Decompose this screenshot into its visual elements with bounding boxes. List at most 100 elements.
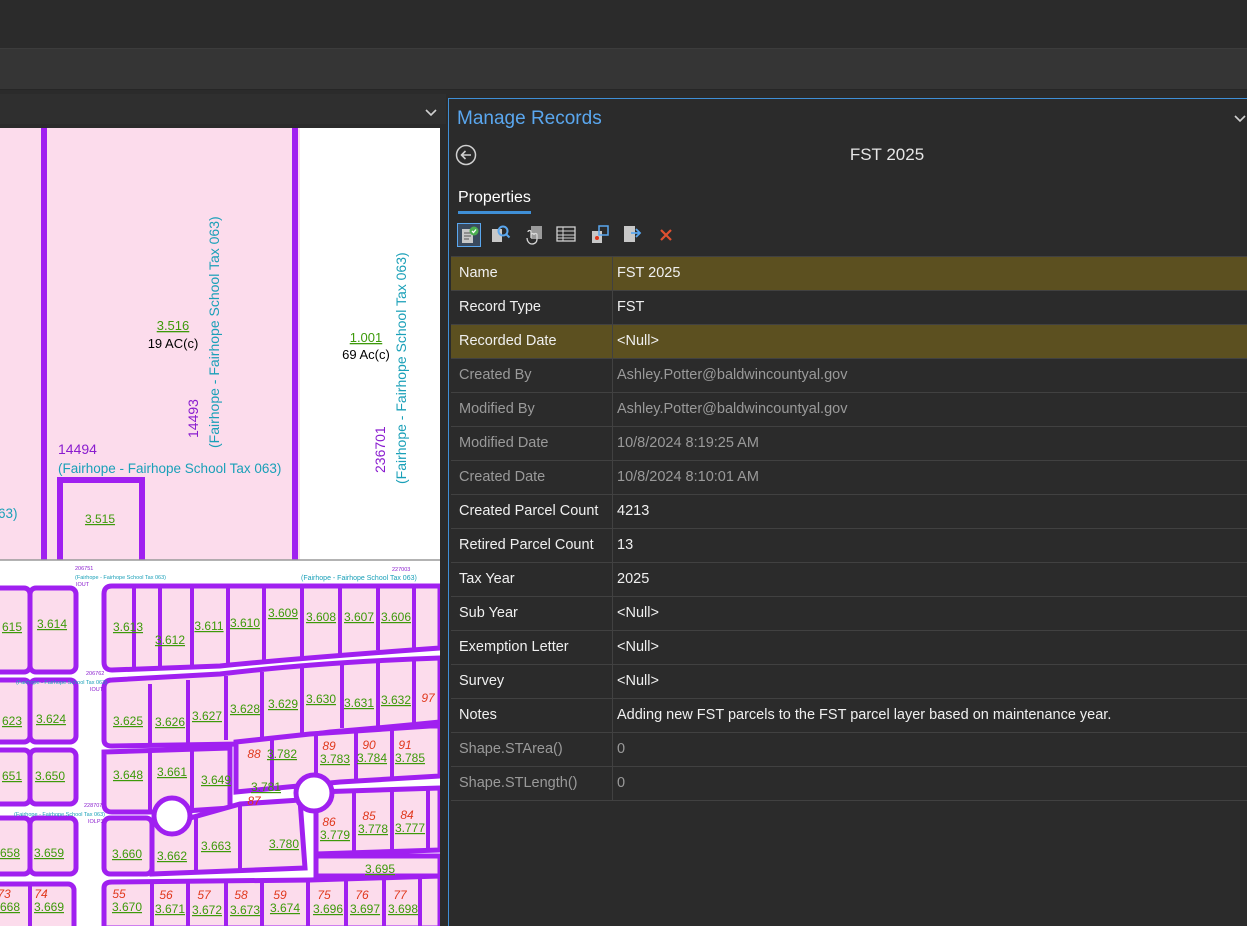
- lot-number: 55: [112, 887, 126, 901]
- property-value[interactable]: 4213: [617, 495, 1247, 528]
- lot-label: 3.779: [320, 828, 350, 842]
- property-row[interactable]: Record Type FST: [451, 291, 1247, 325]
- property-value: Ashley.Potter@baldwincountyal.gov: [617, 367, 848, 383]
- lot-label: 668: [0, 900, 20, 914]
- lot-label: 615: [2, 620, 22, 634]
- pin-label: 14494: [58, 441, 97, 457]
- property-row[interactable]: Exemption Letter <Null>: [451, 631, 1247, 665]
- lot-number: 56: [159, 888, 173, 902]
- tax-district-label: (Fairhope - Fairhope School Tax 063): [14, 812, 105, 818]
- lot-number: 75: [317, 888, 331, 902]
- tax-district-label: (Fairhope - Fairhope School Tax 063): [16, 680, 107, 686]
- property-row[interactable]: Created Date 10/8/2024 8:10:01 AM: [451, 461, 1247, 495]
- lot-label: 3.630: [306, 692, 336, 706]
- property-row[interactable]: Shape.STLength() 0: [451, 767, 1247, 801]
- lot-label: 3.697: [350, 902, 380, 916]
- find-parcels-icon[interactable]: [489, 223, 513, 247]
- property-label: Created Date: [459, 461, 613, 494]
- property-value[interactable]: 2025: [617, 563, 1247, 596]
- ribbon-bar: [0, 49, 1247, 90]
- property-label: Shape.STLength(): [459, 767, 613, 800]
- property-value: 0: [617, 741, 626, 757]
- pin-label: 227003: [392, 567, 410, 573]
- property-row[interactable]: Notes Adding new FST parcels to the FST p…: [451, 699, 1247, 733]
- cul-de-sac: [151, 795, 193, 837]
- pin-label: 236701: [372, 426, 388, 473]
- lot-label: 3.780: [269, 837, 299, 851]
- lot-label: 3.672: [192, 903, 222, 917]
- property-value[interactable]: <Null>: [617, 597, 1247, 630]
- property-label: Modified Date: [459, 427, 613, 460]
- select-parcels-icon[interactable]: [523, 223, 547, 247]
- property-row[interactable]: Tax Year 2025: [451, 563, 1247, 597]
- property-value[interactable]: <Null>: [617, 665, 1247, 698]
- lot-number: 86: [322, 815, 336, 829]
- map-tab-strip: [0, 94, 446, 124]
- manage-records-pane: Manage Records FST 2025 Properties Name F…: [448, 98, 1247, 926]
- property-row[interactable]: Name FST 2025: [451, 257, 1247, 291]
- property-value: 0: [617, 775, 626, 791]
- property-label: Record Type: [459, 291, 613, 324]
- tax-district-label: (Fairhope - Fairhope School Tax 063): [75, 575, 166, 581]
- lot-label: 3.671: [155, 902, 185, 916]
- property-value[interactable]: FST: [617, 291, 1247, 324]
- property-label: Name: [459, 257, 613, 290]
- lot-number: 59: [273, 888, 287, 902]
- lot-label: 3.628: [230, 702, 260, 716]
- property-value[interactable]: <Null>: [617, 325, 1247, 358]
- record-export-icon[interactable]: [621, 223, 645, 247]
- app-title-bar: [0, 0, 1247, 49]
- property-row[interactable]: Retired Parcel Count 13: [451, 529, 1247, 563]
- property-label: Created Parcel Count: [459, 495, 613, 528]
- tax-district-label: (Fairhope - Fairhope School Tax 063): [301, 575, 417, 582]
- lot-number: 74: [34, 887, 48, 901]
- property-label: Notes: [459, 699, 613, 732]
- chevron-down-icon[interactable]: [1233, 112, 1247, 126]
- property-row[interactable]: Modified By Ashley.Potter@baldwincountyal…: [451, 393, 1247, 427]
- property-row[interactable]: Created Parcel Count 4213: [451, 495, 1247, 529]
- lot-label: 3.783: [320, 752, 350, 766]
- parcel-map[interactable]: 3.516 19 AC(c) 1.001 69 Ac(c) 3.515 1449…: [0, 128, 440, 926]
- property-row[interactable]: Recorded Date <Null>: [451, 325, 1247, 359]
- lot-number: 87: [247, 794, 262, 808]
- property-label: Recorded Date: [459, 325, 613, 358]
- lot-label: 3.659: [34, 846, 64, 860]
- lot-label: 3.670: [112, 900, 142, 914]
- chevron-down-icon[interactable]: [424, 106, 438, 120]
- property-row[interactable]: Sub Year <Null>: [451, 597, 1247, 631]
- property-label: Sub Year: [459, 597, 613, 630]
- tax-district-label: (Fairhope - Fairhope School Tax 063): [58, 461, 281, 476]
- tax-district-label: 63): [0, 506, 18, 521]
- tab-properties[interactable]: Properties: [458, 189, 531, 214]
- lot-label: 3.696: [313, 902, 343, 916]
- property-label: Survey: [459, 665, 613, 698]
- lot-label: 3.662: [157, 849, 187, 863]
- property-row[interactable]: Created By Ashley.Potter@baldwincountyal.…: [451, 359, 1247, 393]
- pin-label: 206762: [86, 671, 104, 677]
- lot: [0, 677, 33, 745]
- property-label: Retired Parcel Count: [459, 529, 613, 562]
- validate-icon[interactable]: [457, 223, 481, 247]
- lot-label: 3.649: [201, 773, 231, 787]
- record-map-icon[interactable]: [589, 223, 613, 247]
- property-row[interactable]: Shape.STArea() 0: [451, 733, 1247, 767]
- small-tag: IOUT: [76, 582, 90, 588]
- property-value[interactable]: Adding new FST parcels to the FST parcel…: [617, 699, 1247, 732]
- property-row[interactable]: Modified Date 10/8/2024 8:19:25 AM: [451, 427, 1247, 461]
- cul-de-sac: [293, 772, 335, 814]
- lot-label: 3.785: [395, 751, 425, 765]
- property-value[interactable]: FST 2025: [617, 257, 1247, 290]
- property-value[interactable]: 13: [617, 529, 1247, 562]
- delete-icon[interactable]: [655, 223, 679, 247]
- back-arrow-icon[interactable]: [455, 144, 477, 166]
- property-row[interactable]: Survey <Null>: [451, 665, 1247, 699]
- lot-label: 3.673: [230, 903, 260, 917]
- pin-label: 228707: [84, 803, 102, 809]
- lot-label: 3.610: [230, 616, 260, 630]
- lot-label: 3.611: [194, 619, 223, 633]
- lot-number: 76: [355, 888, 369, 902]
- lot-label: 3.629: [268, 697, 298, 711]
- attributes-table-icon[interactable]: [555, 223, 579, 247]
- parcel-label: 3.516: [157, 318, 190, 333]
- property-value[interactable]: <Null>: [617, 631, 1247, 664]
